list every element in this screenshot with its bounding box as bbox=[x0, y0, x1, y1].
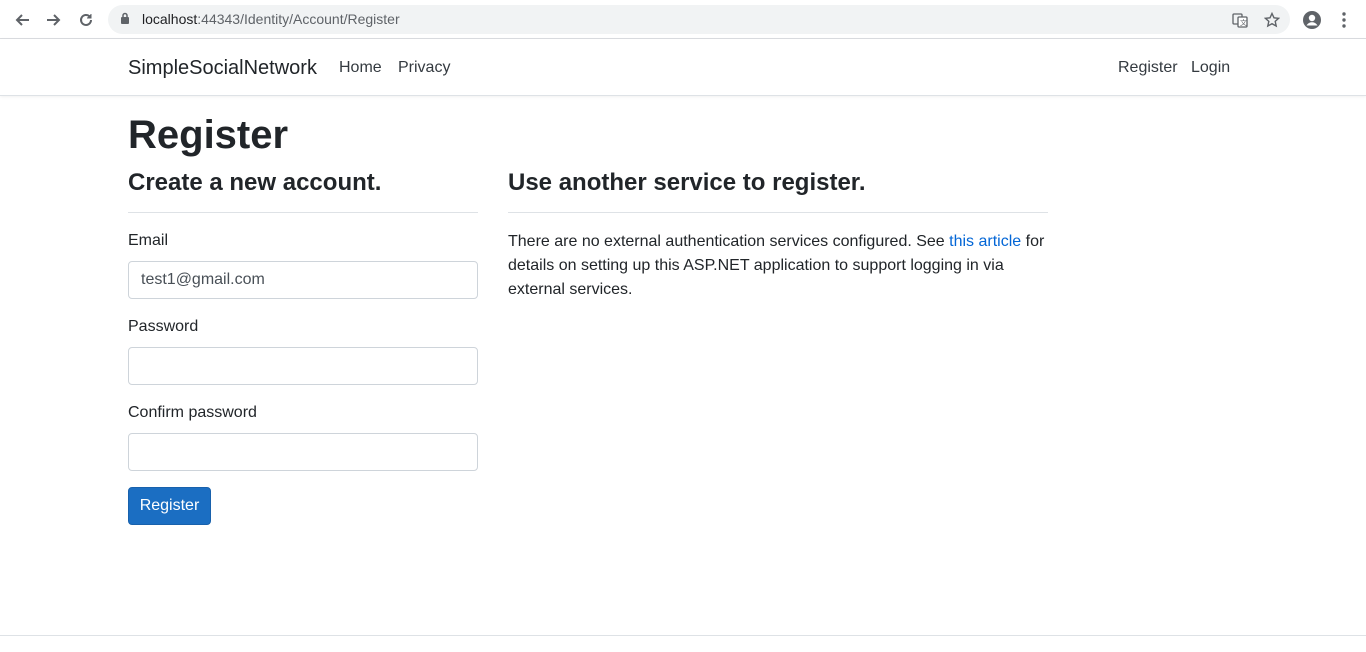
confirm-password-label: Confirm password bbox=[128, 404, 257, 421]
site-navbar: SimpleSocialNetwork Home Privacy Registe… bbox=[0, 39, 1366, 96]
create-account-heading: Create a new account. bbox=[128, 169, 382, 196]
translate-icon[interactable]: 文 bbox=[1228, 8, 1252, 32]
nav-link-privacy[interactable]: Privacy bbox=[398, 59, 450, 77]
account-icon[interactable] bbox=[1300, 8, 1324, 32]
lock-icon bbox=[120, 12, 130, 30]
email-label: Email bbox=[128, 232, 169, 249]
password-field[interactable] bbox=[128, 347, 478, 385]
left-divider bbox=[128, 212, 478, 213]
external-services-info: There are no external authentication ser… bbox=[508, 230, 1048, 302]
right-divider bbox=[508, 212, 1048, 213]
email-field[interactable]: test1@gmail.com bbox=[128, 261, 478, 299]
this-article-link[interactable]: this article bbox=[949, 233, 1021, 250]
nav-link-home[interactable]: Home bbox=[339, 59, 382, 77]
address-bar[interactable]: localhost:44343/Identity/Account/Registe… bbox=[108, 5, 1290, 34]
page-title: Register bbox=[128, 113, 289, 157]
back-arrow-icon[interactable] bbox=[10, 8, 34, 32]
url-text: localhost:44343/Identity/Account/Registe… bbox=[142, 11, 400, 27]
nav-link-login[interactable]: Login bbox=[1191, 59, 1230, 77]
footer-border bbox=[0, 635, 1366, 636]
password-label: Password bbox=[128, 318, 199, 335]
menu-dots-icon[interactable] bbox=[1332, 8, 1356, 32]
info-text-start: There are no external authentication ser… bbox=[508, 233, 950, 250]
external-login-heading: Use another service to register. bbox=[508, 169, 866, 196]
confirm-password-field[interactable] bbox=[128, 433, 478, 471]
brand-link[interactable]: SimpleSocialNetwork bbox=[128, 57, 317, 80]
forward-arrow-icon[interactable] bbox=[42, 8, 66, 32]
reload-icon[interactable] bbox=[74, 8, 98, 32]
svg-text:文: 文 bbox=[1240, 18, 1247, 27]
browser-toolbar: localhost:44343/Identity/Account/Registe… bbox=[0, 0, 1366, 39]
nav-link-register[interactable]: Register bbox=[1118, 59, 1178, 77]
register-button[interactable]: Register bbox=[128, 487, 211, 525]
star-icon[interactable] bbox=[1260, 8, 1284, 32]
